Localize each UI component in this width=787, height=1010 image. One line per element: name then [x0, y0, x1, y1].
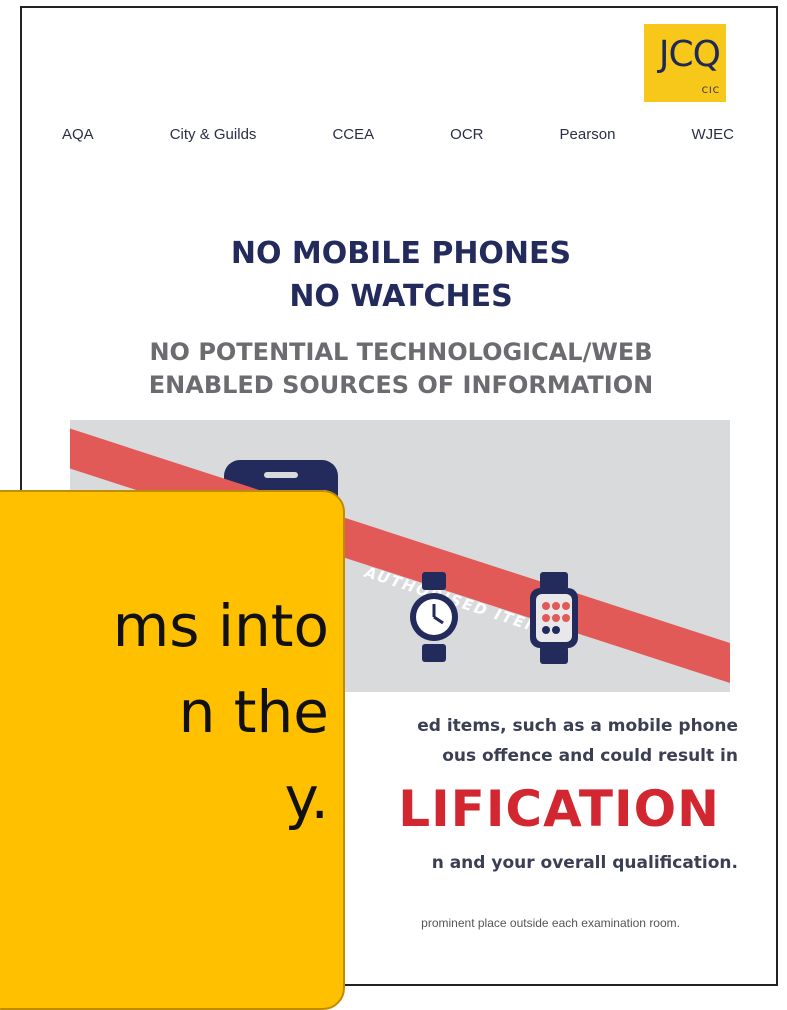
awarding-body-ocr: OCR	[450, 126, 484, 143]
callout-line-1: ms into	[112, 592, 329, 660]
callout-box: ms into n the y.	[0, 490, 345, 1010]
sub-heading-line1: NO POTENTIAL TECHNOLOGICAL/WEB	[149, 338, 653, 366]
smart-watch-icon	[530, 572, 578, 664]
jcq-logo: JCQ CIC	[644, 24, 726, 102]
main-heading-line2: NO WATCHES	[289, 279, 513, 314]
callout-line-3: y.	[284, 764, 330, 832]
callout-line-2: n the	[178, 678, 329, 746]
awarding-body-ccea: CCEA	[332, 126, 375, 143]
awarding-body-wjec: WJEC	[691, 126, 734, 143]
main-heading: NO MOBILE PHONES NO WATCHES	[22, 232, 776, 318]
logo-sub-text: CIC	[701, 86, 720, 96]
analog-watch-icon	[410, 572, 458, 662]
sub-heading: NO POTENTIAL TECHNOLOGICAL/WEB ENABLED S…	[22, 336, 776, 402]
awarding-body-city-guilds: City & Guilds	[169, 126, 257, 143]
awarding-body-aqa: AQA	[62, 126, 94, 143]
awarding-bodies-row: AQA City & Guilds CCEA OCR Pearson WJEC	[62, 126, 734, 143]
sub-heading-line2: ENABLED SOURCES OF INFORMATION	[148, 371, 654, 399]
awarding-body-pearson: Pearson	[559, 126, 616, 143]
main-heading-line1: NO MOBILE PHONES	[230, 236, 572, 271]
logo-main-text: JCQ	[658, 34, 721, 75]
